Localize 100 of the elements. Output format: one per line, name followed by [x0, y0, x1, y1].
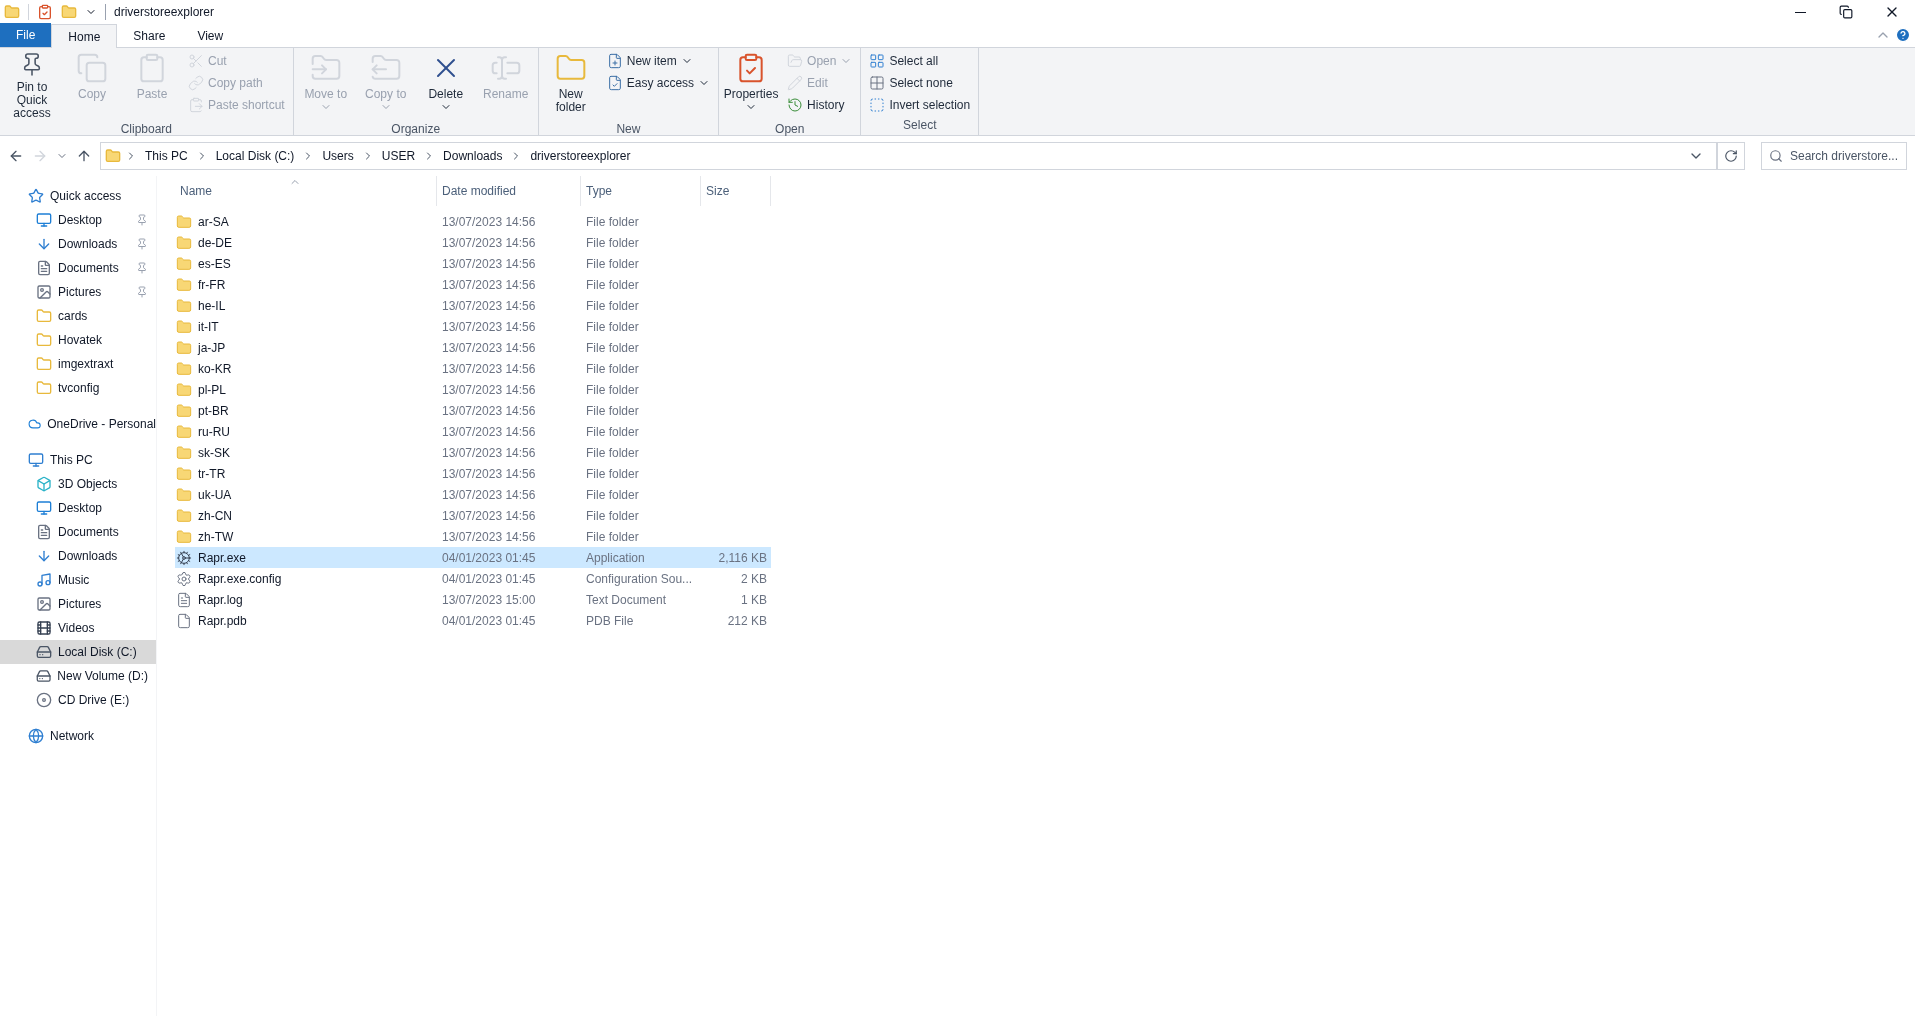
file-row[interactable]: Rapr.log 13/07/2023 15:00 Text Document 1 KB [175, 589, 771, 610]
properties-icon[interactable] [37, 4, 53, 20]
file-row[interactable]: es-ES 13/07/2023 14:56 File folder [175, 253, 771, 274]
file-row[interactable]: pl-PL 13/07/2023 14:56 File folder [175, 379, 771, 400]
sidebar-item[interactable]: Desktop [0, 208, 156, 232]
breadcrumb-item[interactable]: USER [377, 147, 420, 165]
file-row[interactable]: zh-CN 13/07/2023 14:56 File folder [175, 505, 771, 526]
sidebar-item-icon [36, 332, 52, 348]
breadcrumb-item[interactable]: driverstoreexplorer [526, 147, 635, 165]
ribbon-tab[interactable]: File [0, 23, 52, 47]
file-row[interactable]: he-IL 13/07/2023 14:56 File folder [175, 295, 771, 316]
column-header[interactable]: Date modified [437, 176, 581, 206]
sidebar-item[interactable]: Downloads [0, 232, 156, 256]
sidebar-item-icon [36, 668, 52, 684]
address-field[interactable]: This PC Local Disk (C:) Users USER Downloads driverstoreexplorer [100, 142, 1717, 170]
sidebar-item[interactable]: This PC [0, 448, 156, 472]
help-icon[interactable] [1895, 27, 1911, 43]
sidebar-item[interactable]: Documents [0, 520, 156, 544]
file-row[interactable]: ru-RU 13/07/2023 14:56 File folder [175, 421, 771, 442]
sidebar-item[interactable]: Network [0, 724, 156, 748]
type-cell-text: File folder [585, 507, 640, 525]
breadcrumb-item[interactable]: Downloads [439, 147, 507, 165]
ribbon-tab[interactable]: Share [117, 25, 182, 47]
column-header[interactable]: Name [175, 176, 437, 206]
ribbon-button[interactable]: New folder [542, 48, 599, 120]
type-cell-text: File folder [585, 255, 640, 273]
ribbon-tab[interactable]: View [181, 25, 240, 47]
sidebar-item[interactable]: Pictures [0, 592, 156, 616]
file-row[interactable]: zh-TW 13/07/2023 14:56 File folder [175, 526, 771, 547]
ribbon-button[interactable]: Delete [417, 48, 474, 120]
folder-icon[interactable] [61, 4, 77, 20]
file-row[interactable]: uk-UA 13/07/2023 14:56 File folder [175, 484, 771, 505]
sidebar-item[interactable]: CD Drive (E:) [0, 688, 156, 712]
sidebar-item[interactable]: Pictures [0, 280, 156, 304]
pin-icon [136, 286, 148, 298]
date-cell-text: 13/07/2023 14:56 [441, 507, 537, 525]
file-icon [176, 234, 192, 251]
ribbon-tab[interactable]: Home [51, 24, 118, 48]
file-row[interactable]: Rapr.exe.config 04/01/2023 01:45 Configuration Sou... 2 KB [175, 568, 771, 589]
sidebar-item[interactable]: tvconfig [0, 376, 156, 400]
breadcrumb-item[interactable]: This PC [141, 147, 192, 165]
size-cell-text: 1 KB [741, 591, 767, 609]
file-row[interactable]: sk-SK 13/07/2023 14:56 File folder [175, 442, 771, 463]
ribbon-button-icon [606, 53, 623, 69]
up-icon[interactable] [76, 148, 92, 164]
refresh-icon [1724, 149, 1738, 163]
ribbon-button[interactable]: Select all [865, 50, 975, 72]
ribbon-button[interactable]: Properties [723, 48, 780, 120]
date-cell-text: 13/07/2023 14:56 [441, 255, 537, 273]
sidebar-item[interactable]: 3D Objects [0, 472, 156, 496]
sidebar-item[interactable]: Hovatek [0, 328, 156, 352]
file-row[interactable]: Rapr.exe 04/01/2023 01:45 Application 2,116 KB [175, 547, 771, 568]
file-row[interactable]: it-IT 13/07/2023 14:56 File folder [175, 316, 771, 337]
file-row[interactable]: fr-FR 13/07/2023 14:56 File folder [175, 274, 771, 295]
file-icon [176, 381, 192, 398]
search-field[interactable]: Search driverstore... [1761, 142, 1907, 170]
sidebar-item[interactable]: imgextraxt [0, 352, 156, 376]
sidebar-item[interactable]: Local Disk (C:) [0, 640, 156, 664]
file-row[interactable]: ko-KR 13/07/2023 14:56 File folder [175, 358, 771, 379]
ribbon-button[interactable]: Pin to Quick access [4, 48, 60, 120]
ribbon-button-icon [787, 75, 804, 91]
sidebar-item-icon [36, 572, 52, 588]
sidebar-item[interactable]: New Volume (D:) [0, 664, 156, 688]
file-row[interactable]: tr-TR 13/07/2023 14:56 File folder [175, 463, 771, 484]
file-row[interactable]: Rapr.pdb 04/01/2023 01:45 PDB File 212 KB [175, 610, 771, 631]
sidebar-item[interactable]: Desktop [0, 496, 156, 520]
sidebar-item[interactable]: Music [0, 568, 156, 592]
forward-icon[interactable] [32, 148, 48, 164]
folder-icon[interactable] [4, 4, 20, 20]
file-row[interactable]: ar-SA 13/07/2023 14:56 File folder [175, 211, 771, 232]
sidebar-item[interactable]: Videos [0, 616, 156, 640]
file-icon [176, 360, 192, 377]
sidebar-item[interactable]: Quick access [0, 184, 156, 208]
file-row[interactable]: ja-JP 13/07/2023 14:56 File folder [175, 337, 771, 358]
column-header[interactable]: Size [701, 176, 771, 206]
refresh-button[interactable] [1717, 142, 1745, 170]
file-name: ja-JP [198, 339, 226, 357]
sidebar-item[interactable]: Downloads [0, 544, 156, 568]
file-row[interactable]: pt-BR 13/07/2023 14:56 File folder [175, 400, 771, 421]
back-icon[interactable] [8, 148, 24, 164]
ribbon-button[interactable]: History [783, 94, 857, 116]
sidebar-item-icon [28, 188, 44, 204]
file-icon [176, 465, 192, 482]
file-name: it-IT [198, 318, 219, 336]
breadcrumb-item[interactable]: Local Disk (C:) [211, 147, 299, 165]
ribbon-button[interactable]: Easy access [602, 72, 715, 94]
pin-icon [136, 262, 148, 274]
file-icon [176, 570, 192, 587]
breadcrumb-item[interactable]: Users [318, 147, 358, 165]
ribbon-button[interactable]: Select none [865, 72, 975, 94]
type-cell-text: PDB File [585, 612, 635, 630]
type-cell-text: File folder [585, 402, 640, 420]
sidebar-item[interactable]: cards [0, 304, 156, 328]
sidebar-item[interactable]: Documents [0, 256, 156, 280]
ribbon-button[interactable]: Invert selection [865, 94, 975, 116]
sidebar-item[interactable]: OneDrive - Personal [0, 412, 156, 436]
ribbon-button[interactable]: New item [602, 50, 715, 72]
file-row[interactable]: de-DE 13/07/2023 14:56 File folder [175, 232, 771, 253]
type-cell-text: File folder [585, 297, 640, 315]
column-header[interactable]: Type [581, 176, 701, 206]
